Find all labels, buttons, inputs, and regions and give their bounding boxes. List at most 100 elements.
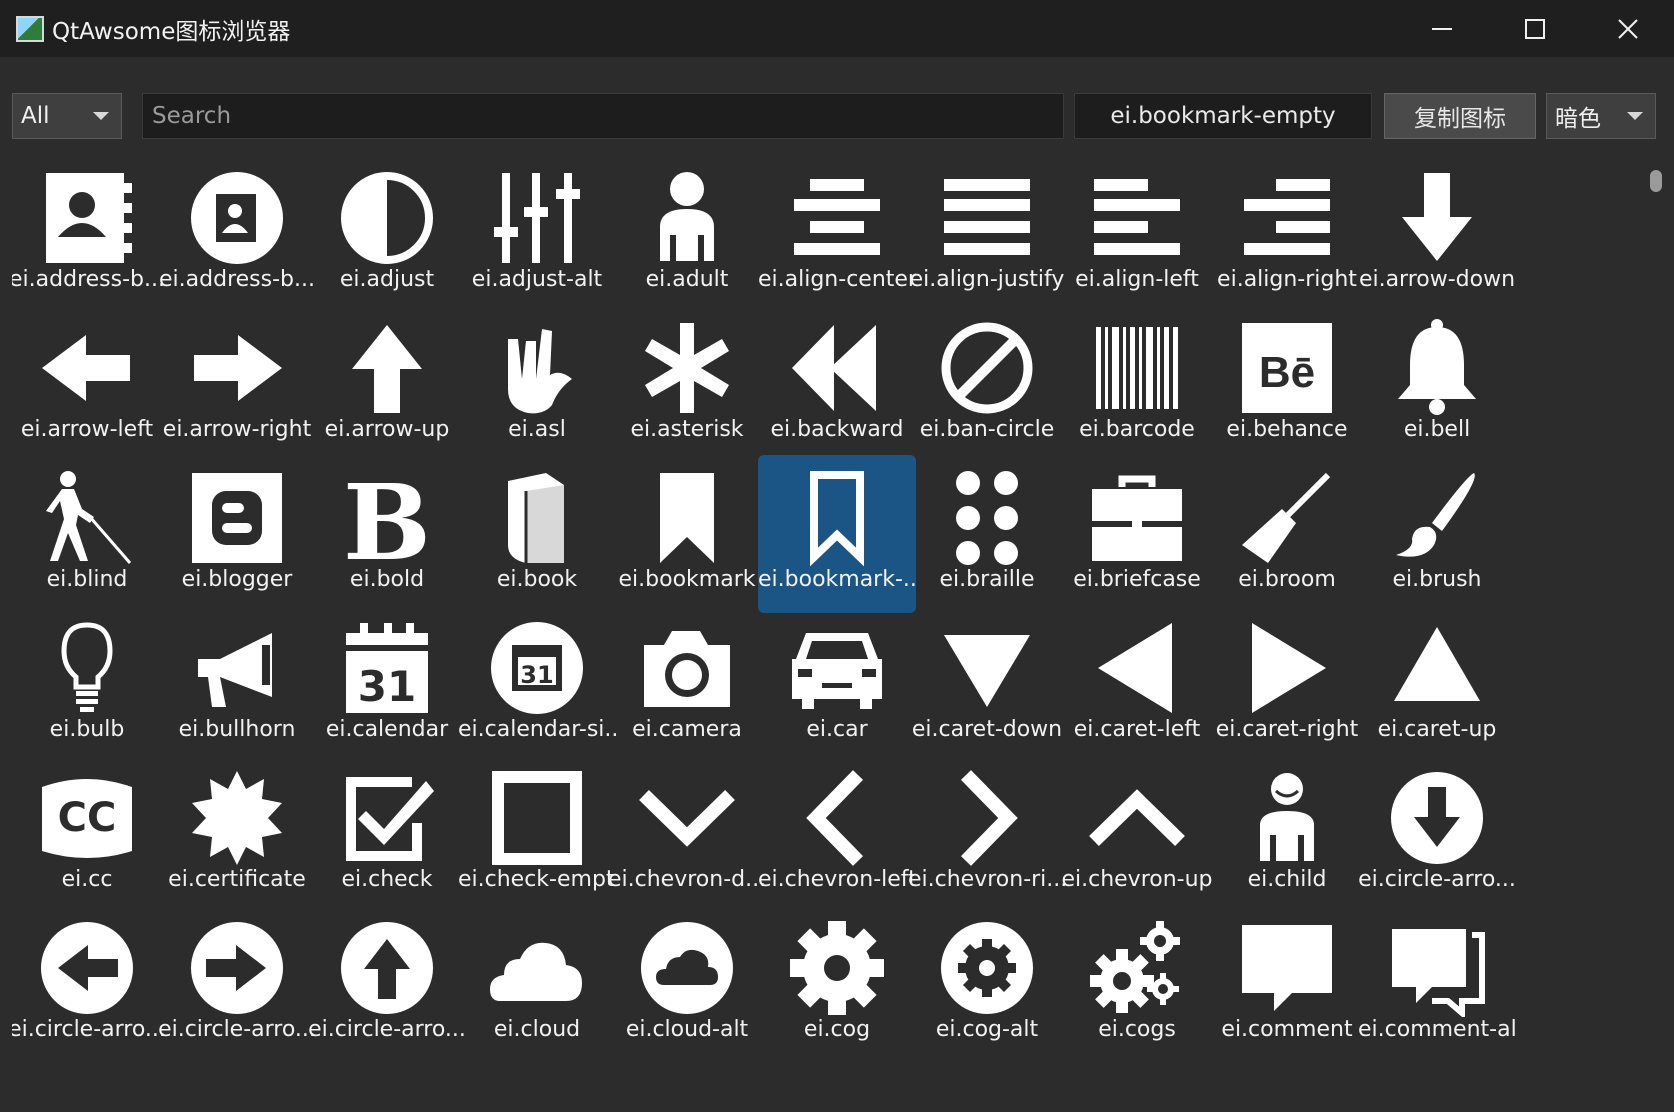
icon-cell[interactable]: ei.cog (758, 905, 916, 1063)
icon-cell[interactable]: ei.braille (908, 455, 1066, 613)
icon-cell[interactable]: ei.camera (608, 605, 766, 763)
icon-name-field[interactable] (1074, 93, 1372, 139)
icon-cell[interactable]: ei.circle-arro... (12, 905, 166, 1063)
icon-cell[interactable]: ei.align-center (758, 165, 916, 313)
filter-select[interactable]: All (12, 93, 122, 139)
address-book-alt-icon (191, 172, 283, 264)
icon-cell[interactable]: ei.adult (608, 165, 766, 313)
icon-label: ei.chevron-ri... (908, 867, 1066, 892)
icon-label: ei.address-b... (12, 267, 165, 292)
icon-cell[interactable]: ei.child (1208, 755, 1366, 913)
minimize-button[interactable] (1395, 0, 1488, 57)
icon-cell[interactable]: ei.circle-arro... (308, 905, 466, 1063)
window-controls (1395, 0, 1674, 57)
icon-cell[interactable]: ei.circle-arro... (158, 905, 316, 1063)
caret-down-icon (944, 635, 1030, 707)
icon-cell[interactable]: 31 ei.calendar (308, 605, 466, 763)
chevron-down-icon (1627, 112, 1643, 120)
icon-cell[interactable]: ei.blogger (158, 455, 316, 613)
icon-cell[interactable]: ei.caret-up (1358, 605, 1516, 763)
icon-cell[interactable]: ei.arrow-left (12, 305, 166, 463)
icon-label: ei.align-justify (909, 267, 1065, 292)
icon-cell[interactable]: 31 ei.calendar-si... (458, 605, 616, 763)
icon-cell[interactable]: ei.cloud-alt (608, 905, 766, 1063)
caret-up-icon (1394, 627, 1480, 701)
icon-cell[interactable]: ei.caret-right (1208, 605, 1366, 763)
icon-cell[interactable]: ei.address-b... (158, 165, 316, 313)
icon-cell[interactable]: ei.caret-left (1058, 605, 1216, 763)
icon-cell[interactable]: ei.brush (1358, 455, 1516, 613)
icon-cell[interactable]: ei.asl (458, 305, 616, 463)
icon-cell[interactable]: ei.barcode (1058, 305, 1216, 463)
icon-cell[interactable]: ei.align-left (1058, 165, 1216, 313)
icon-cell[interactable]: ei.backward (758, 305, 916, 463)
icon-cell[interactable]: ei.align-right (1208, 165, 1366, 313)
icon-label: ei.car (806, 717, 868, 742)
icon-cell[interactable]: ei.cogs (1058, 905, 1216, 1063)
icon-cell[interactable]: ei.chevron-d... (608, 755, 766, 913)
vertical-scrollbar-handle[interactable] (1650, 170, 1662, 192)
icon-cell[interactable]: ei.book (458, 455, 616, 613)
icon-cell[interactable]: ei.bookmark (608, 455, 766, 613)
cog-icon (790, 921, 884, 1015)
icon-cell[interactable]: ei.bell (1358, 305, 1516, 463)
icon-label: ei.align-right (1217, 267, 1357, 292)
icon-label: ei.calendar (325, 717, 449, 742)
icon-cell[interactable]: ei.bullhorn (158, 605, 316, 763)
icon-cell[interactable]: ei.address-b... (12, 165, 166, 313)
icon-cell[interactable]: ei.comment-alt (1358, 905, 1516, 1063)
icon-cell[interactable]: ei.comment (1208, 905, 1366, 1063)
align-justify-icon (944, 179, 1030, 255)
icon-cell[interactable]: ei.arrow-down (1358, 165, 1516, 313)
copy-icon-button[interactable]: 复制图标 (1384, 93, 1536, 139)
icon-cell[interactable]: ei.align-justify (908, 165, 1066, 313)
icon-label: ei.bulb (49, 717, 125, 742)
icon-cell[interactable]: Bei.bold (308, 455, 466, 613)
cloud-alt-icon (641, 922, 733, 1014)
icon-cell[interactable]: ei.adjust (308, 165, 466, 313)
icon-label: ei.book (496, 567, 578, 592)
icon-label: ei.camera (632, 717, 742, 742)
icon-cell[interactable]: ei.circle-arro... (1358, 755, 1516, 913)
icon-cell[interactable]: ei.check-empty (458, 755, 616, 913)
icon-cell[interactable]: Bē ei.behance (1208, 305, 1366, 463)
search-input[interactable] (142, 93, 1064, 139)
icon-cell[interactable]: ei.chevron-ri... (908, 755, 1066, 913)
icon-cell[interactable]: ei.blind (12, 455, 166, 613)
svg-text:Bē: Bē (1259, 348, 1315, 397)
icon-cell[interactable]: ei.adjust-alt (458, 165, 616, 313)
icon-glyph-text: CC (58, 795, 117, 841)
icon-cell[interactable]: ei.check (308, 755, 466, 913)
icon-label: ei.bookmark (618, 567, 756, 592)
icon-label: ei.cc (61, 867, 113, 892)
icon-cell[interactable]: ei.car (758, 605, 916, 763)
icon-cell[interactable]: ei.bulb (12, 605, 166, 763)
icon-cell[interactable]: ei.cog-alt (908, 905, 1066, 1063)
icon-cell[interactable]: ei.broom (1208, 455, 1366, 613)
icon-label: ei.arrow-down (1358, 267, 1516, 292)
icon-cell[interactable]: ei.cloud (458, 905, 616, 1063)
icon-label: ei.adjust-alt (471, 267, 603, 292)
icon-cell[interactable]: CC ei.cc (12, 755, 166, 913)
icon-cell[interactable]: ei.chevron-up (1058, 755, 1216, 913)
theme-select[interactable]: 暗色 (1546, 93, 1656, 139)
minimize-icon (1431, 27, 1452, 30)
icon-cell[interactable]: ei.arrow-up (308, 305, 466, 463)
icon-cell[interactable]: ei.caret-down (908, 605, 1066, 763)
bulb-icon (61, 622, 113, 712)
close-button[interactable] (1581, 0, 1674, 57)
cog-alt-icon (941, 922, 1033, 1014)
icon-cell[interactable]: ei.bookmark-... (758, 455, 916, 613)
icon-cell[interactable]: ei.asterisk (608, 305, 766, 463)
icon-label: ei.blogger (181, 567, 293, 592)
icon-cell[interactable]: ei.chevron-left (758, 755, 916, 913)
icon-label: ei.certificate (168, 867, 306, 892)
maximize-button[interactable] (1488, 0, 1581, 57)
icon-label: ei.adult (645, 267, 729, 292)
icon-cell[interactable]: ei.certificate (158, 755, 316, 913)
icon-cell[interactable]: ei.briefcase (1058, 455, 1216, 613)
icon-cell[interactable]: ei.arrow-right (158, 305, 316, 463)
broom-icon (1242, 472, 1331, 563)
adult-icon (660, 172, 714, 261)
icon-cell[interactable]: ei.ban-circle (908, 305, 1066, 463)
